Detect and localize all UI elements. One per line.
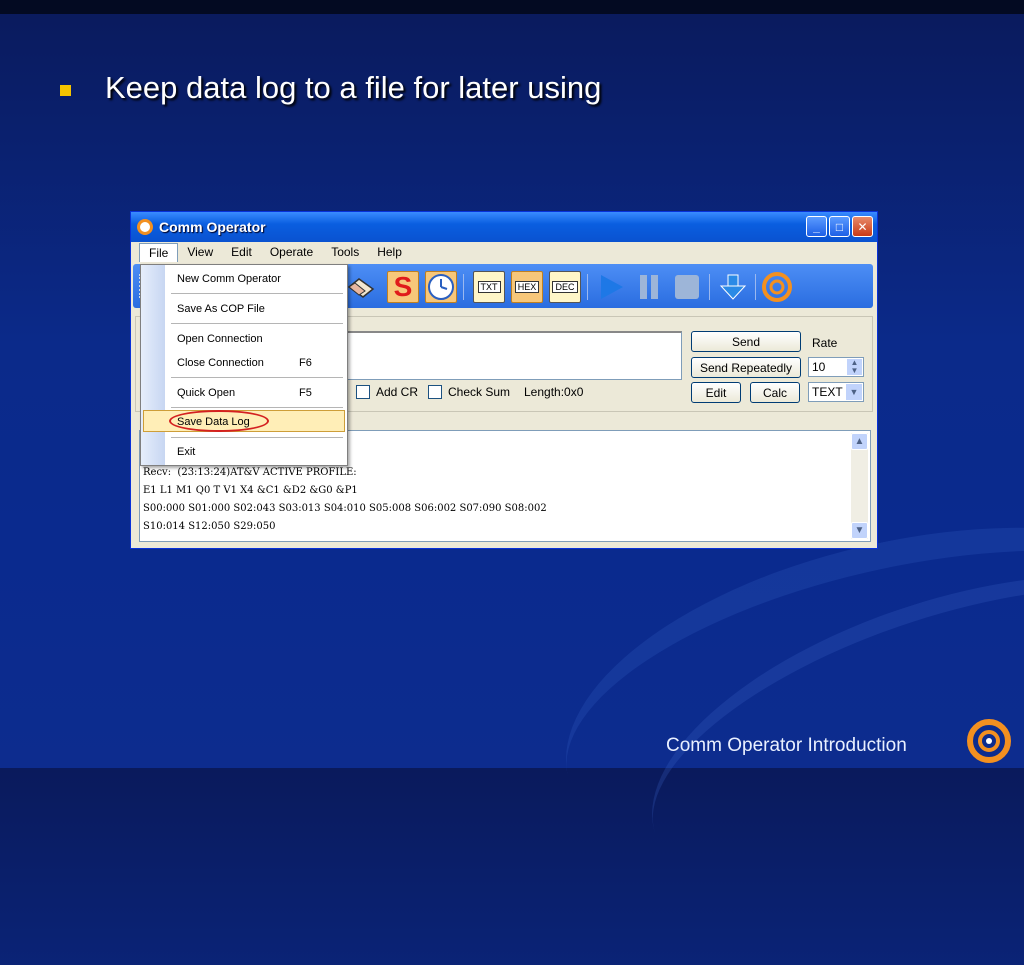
toolbar-separator — [463, 274, 464, 300]
send-button[interactable]: Send — [691, 331, 801, 352]
menu-file[interactable]: File — [139, 242, 179, 262]
shortcut-f6: F6 — [299, 357, 312, 369]
add-cr-checkbox[interactable]: Add CR — [356, 385, 418, 399]
dec-icon: DEC — [552, 281, 578, 293]
dec-button[interactable]: DEC — [549, 271, 581, 303]
menu-open-connection[interactable]: Open Connection — [177, 333, 263, 345]
menu-save-as-cop-file[interactable]: Save As COP File — [177, 303, 265, 315]
logo-icon — [762, 272, 792, 302]
scroll-down-icon[interactable]: ▼ — [851, 522, 868, 539]
bullet-text: Keep data log to a file for later using — [105, 70, 602, 105]
play-button[interactable] — [595, 271, 627, 303]
pause-icon — [640, 275, 658, 299]
vertical-scrollbar[interactable]: ▲ ▼ — [851, 433, 868, 539]
menu-exit[interactable]: Exit — [177, 446, 195, 458]
checkbox-icon — [356, 385, 370, 399]
menu-separator — [171, 437, 343, 438]
rate-label: Rate — [812, 336, 838, 350]
close-button[interactable]: ✕ — [852, 216, 873, 237]
close-icon: ✕ — [857, 219, 868, 234]
play-icon — [601, 275, 623, 299]
edit-button[interactable]: Edit — [691, 382, 741, 403]
bullet-point: Keep data log to a file for later using — [60, 70, 601, 106]
eraser-icon — [347, 278, 375, 298]
menu-help[interactable]: Help — [368, 243, 411, 261]
maximize-button[interactable]: □ — [829, 216, 850, 237]
download-button[interactable] — [717, 271, 749, 303]
maximize-icon: □ — [835, 219, 844, 234]
stop-icon — [675, 275, 699, 299]
minimize-button[interactable]: _ — [806, 216, 827, 237]
menu-save-data-log[interactable]: Save Data Log — [177, 416, 250, 428]
send-input[interactable] — [346, 331, 682, 380]
toolbar-separator — [709, 274, 710, 300]
menu-quick-open[interactable]: Quick Open — [177, 387, 235, 399]
menu-close-connection[interactable]: Close Connection — [177, 357, 264, 369]
hex-button[interactable]: HEX — [511, 271, 543, 303]
menu-separator — [171, 293, 343, 294]
menu-bar: File View Edit Operate Tools Help — [131, 242, 877, 262]
toolbar-separator — [755, 274, 756, 300]
eraser-button[interactable] — [345, 271, 377, 303]
add-cr-label: Add CR — [376, 385, 419, 399]
scroll-up-icon[interactable]: ▲ — [851, 433, 868, 450]
log-line: S00:000 S01:000 S02:043 S03:013 S04:010 … — [143, 503, 547, 514]
menu-icon-strip — [141, 265, 165, 465]
send-repeatedly-button[interactable]: Send Repeatedly — [691, 357, 801, 378]
menu-edit[interactable]: Edit — [222, 243, 261, 261]
txt-icon: TXT — [477, 281, 501, 293]
menu-separator — [171, 407, 343, 408]
menu-separator — [171, 377, 343, 378]
s-button[interactable]: S — [387, 271, 419, 303]
logo-button[interactable] — [761, 271, 793, 303]
bullet-icon — [60, 84, 71, 96]
file-menu-dropdown: New Comm Operator Save As COP File Open … — [140, 264, 348, 466]
menu-separator — [171, 323, 343, 324]
stop-button[interactable] — [671, 271, 703, 303]
format-value: TEXT — [812, 385, 843, 399]
title-bar[interactable]: Comm Operator _ □ ✕ — [131, 212, 877, 242]
rate-input[interactable]: 10 ▲ ▼ — [808, 357, 864, 377]
spinner-icon[interactable]: ▲ ▼ — [847, 359, 862, 375]
down-arrow-icon — [719, 274, 747, 300]
menu-view[interactable]: View — [178, 243, 222, 261]
minimize-icon: _ — [813, 219, 820, 234]
format-select[interactable]: TEXT ▼ — [808, 382, 864, 402]
chevron-down-icon: ▼ — [846, 384, 862, 400]
check-sum-checkbox[interactable]: Check Sum — [428, 385, 510, 399]
toolbar-separator — [587, 274, 588, 300]
menu-new-comm-operator[interactable]: New Comm Operator — [177, 273, 281, 285]
pause-button[interactable] — [633, 271, 665, 303]
menu-operate[interactable]: Operate — [261, 243, 322, 261]
s-icon: S — [393, 271, 413, 302]
shortcut-f5: F5 — [299, 387, 312, 399]
checkbox-icon — [428, 385, 442, 399]
rate-value: 10 — [812, 360, 826, 374]
calc-button[interactable]: Calc — [750, 382, 800, 403]
txt-button[interactable]: TXT — [473, 271, 505, 303]
length-label: Length:0x0 — [524, 385, 584, 399]
app-logo-icon — [137, 219, 153, 235]
footer-title: Comm Operator Introduction — [666, 735, 907, 756]
check-sum-label: Check Sum — [448, 385, 511, 399]
footer-logo-icon — [967, 719, 1011, 763]
clock-button[interactable] — [425, 271, 457, 303]
hex-icon: HEX — [514, 281, 540, 293]
log-line: S10:014 S12:050 S29:050 — [143, 521, 276, 532]
window-title: Comm Operator — [159, 219, 266, 235]
clock-icon — [428, 274, 454, 300]
log-line: E1 L1 M1 Q0 T V1 X4 &C1 &D2 &G0 &P1 — [143, 485, 358, 496]
top-band — [0, 0, 1024, 14]
menu-tools[interactable]: Tools — [322, 243, 368, 261]
log-line: Recv: (23:13:24)AT&V ACTIVE PROFILE: — [143, 467, 357, 478]
